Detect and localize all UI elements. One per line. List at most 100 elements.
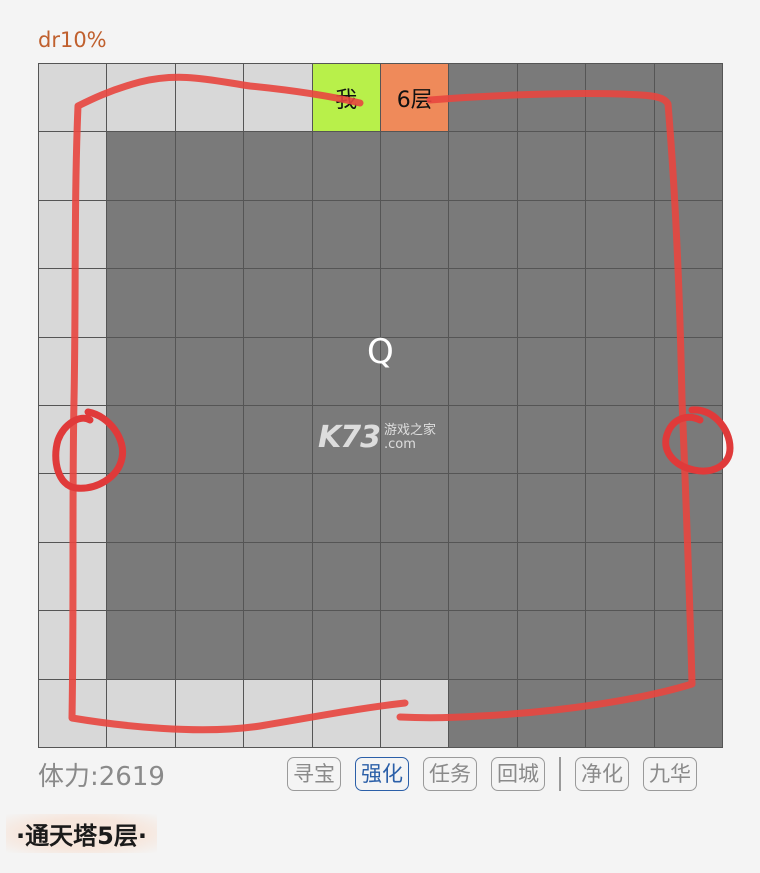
unexplored-cell[interactable] — [244, 337, 312, 405]
unexplored-cell[interactable] — [517, 337, 586, 405]
unexplored-cell[interactable] — [107, 474, 175, 542]
explored-cell[interactable] — [39, 64, 107, 132]
unexplored-cell[interactable] — [244, 406, 312, 474]
unexplored-cell[interactable] — [586, 269, 654, 337]
explored-cell[interactable] — [39, 611, 107, 679]
unexplored-cell[interactable] — [449, 474, 517, 542]
explored-cell[interactable] — [244, 64, 312, 132]
unexplored-cell[interactable] — [175, 474, 244, 542]
explored-cell[interactable] — [39, 406, 107, 474]
unexplored-cell[interactable] — [517, 64, 586, 132]
unexplored-cell[interactable] — [654, 64, 722, 132]
unexplored-cell[interactable] — [107, 269, 175, 337]
unexplored-cell[interactable] — [381, 200, 449, 269]
explored-cell[interactable] — [107, 64, 175, 132]
unexplored-cell[interactable] — [175, 611, 244, 679]
unexplored-cell[interactable] — [586, 132, 654, 200]
unexplored-cell[interactable] — [654, 474, 722, 542]
unexplored-cell[interactable] — [654, 611, 722, 679]
unexplored-cell[interactable] — [654, 679, 722, 747]
explored-cell[interactable] — [39, 200, 107, 269]
explored-cell[interactable] — [381, 679, 449, 747]
unexplored-cell[interactable] — [517, 611, 586, 679]
quest-button[interactable]: 任务 — [423, 757, 477, 791]
unexplored-cell[interactable] — [244, 474, 312, 542]
unexplored-cell[interactable] — [107, 132, 175, 200]
unexplored-cell[interactable] — [449, 542, 517, 611]
unexplored-cell[interactable] — [586, 542, 654, 611]
unexplored-cell[interactable] — [107, 611, 175, 679]
unexplored-cell[interactable] — [175, 337, 244, 405]
explored-cell[interactable] — [244, 679, 312, 747]
explored-cell[interactable] — [39, 132, 107, 200]
unexplored-cell[interactable] — [586, 200, 654, 269]
unexplored-cell[interactable] — [312, 132, 380, 200]
unexplored-cell[interactable] — [586, 406, 654, 474]
explored-cell[interactable] — [39, 542, 107, 611]
unexplored-cell[interactable] — [244, 132, 312, 200]
unexplored-cell[interactable] — [312, 474, 380, 542]
unexplored-cell[interactable] — [586, 337, 654, 405]
treasure-hunt-button[interactable]: 寻宝 — [287, 757, 341, 791]
unexplored-cell[interactable] — [175, 200, 244, 269]
unexplored-cell[interactable] — [175, 406, 244, 474]
explored-cell[interactable] — [39, 337, 107, 405]
unexplored-cell[interactable] — [312, 611, 380, 679]
unexplored-cell[interactable] — [381, 474, 449, 542]
unexplored-cell[interactable] — [517, 200, 586, 269]
unexplored-cell[interactable] — [449, 132, 517, 200]
player-cell[interactable]: 我 — [312, 64, 380, 132]
explored-cell[interactable] — [175, 64, 244, 132]
unexplored-cell[interactable] — [586, 679, 654, 747]
unexplored-cell[interactable] — [654, 200, 722, 269]
unexplored-cell[interactable] — [449, 679, 517, 747]
unexplored-cell[interactable] — [312, 200, 380, 269]
unexplored-cell[interactable] — [586, 611, 654, 679]
unexplored-cell[interactable] — [107, 542, 175, 611]
unexplored-cell[interactable] — [517, 679, 586, 747]
unexplored-cell[interactable] — [107, 200, 175, 269]
unexplored-cell[interactable] — [381, 542, 449, 611]
unexplored-cell[interactable] — [244, 200, 312, 269]
unexplored-cell[interactable] — [175, 132, 244, 200]
explored-cell[interactable] — [39, 679, 107, 747]
enhance-button[interactable]: 强化 — [355, 757, 409, 791]
unexplored-cell[interactable] — [244, 542, 312, 611]
unexplored-cell[interactable] — [449, 337, 517, 405]
unexplored-cell[interactable] — [517, 474, 586, 542]
unexplored-cell[interactable] — [107, 406, 175, 474]
unexplored-cell[interactable] — [517, 542, 586, 611]
unexplored-cell[interactable] — [449, 406, 517, 474]
unexplored-cell[interactable] — [517, 132, 586, 200]
unexplored-cell[interactable] — [586, 474, 654, 542]
unexplored-cell[interactable] — [654, 269, 722, 337]
purify-button[interactable]: 净化 — [575, 757, 629, 791]
unexplored-cell[interactable] — [449, 200, 517, 269]
unexplored-cell[interactable] — [312, 269, 380, 337]
unexplored-cell[interactable] — [654, 337, 722, 405]
unexplored-cell[interactable] — [517, 269, 586, 337]
explored-cell[interactable] — [39, 269, 107, 337]
unexplored-cell[interactable] — [175, 542, 244, 611]
return-to-town-button[interactable]: 回城 — [491, 757, 545, 791]
unexplored-cell[interactable] — [244, 269, 312, 337]
unexplored-cell[interactable] — [517, 406, 586, 474]
unexplored-cell[interactable] — [654, 542, 722, 611]
unexplored-cell[interactable] — [381, 269, 449, 337]
unexplored-cell[interactable] — [244, 611, 312, 679]
unexplored-cell[interactable] — [449, 611, 517, 679]
explored-cell[interactable] — [39, 474, 107, 542]
unexplored-cell[interactable] — [312, 542, 380, 611]
unexplored-cell[interactable] — [654, 406, 722, 474]
unexplored-cell[interactable] — [381, 132, 449, 200]
next-floor-cell[interactable]: 6层 — [381, 64, 449, 132]
explored-cell[interactable] — [312, 679, 380, 747]
explored-cell[interactable] — [175, 679, 244, 747]
unexplored-cell[interactable] — [586, 64, 654, 132]
explored-cell[interactable] — [107, 679, 175, 747]
unexplored-cell[interactable] — [107, 337, 175, 405]
unexplored-cell[interactable] — [381, 611, 449, 679]
jiuhua-button[interactable]: 九华 — [643, 757, 697, 791]
unexplored-cell[interactable] — [654, 132, 722, 200]
unexplored-cell[interactable] — [449, 269, 517, 337]
